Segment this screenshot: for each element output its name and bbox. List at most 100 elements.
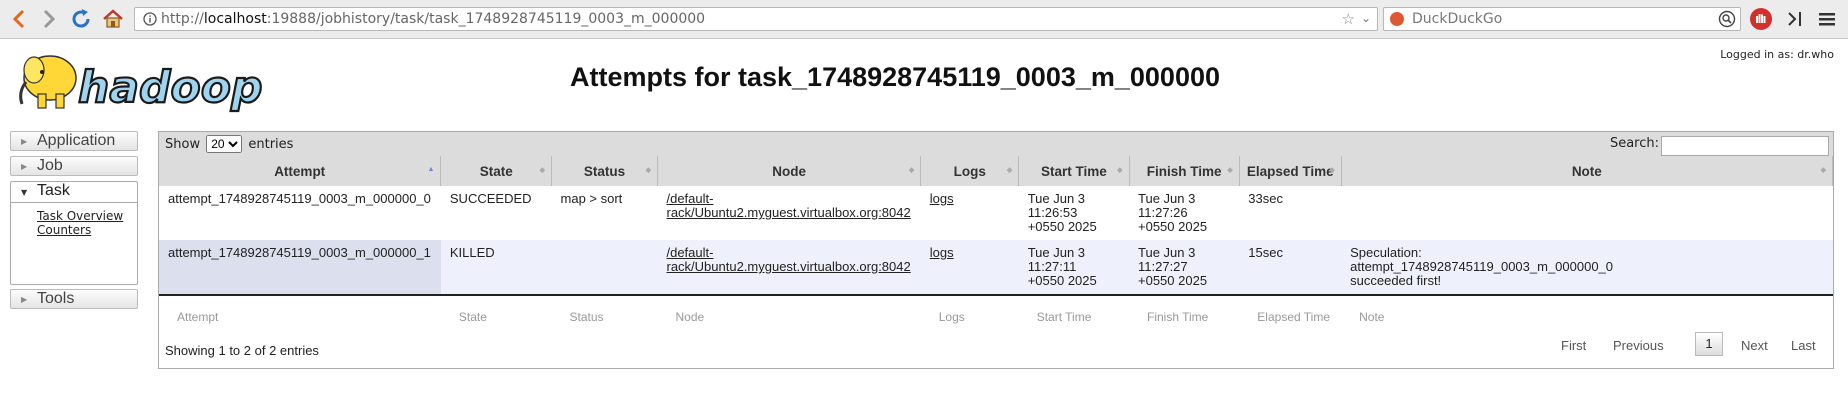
table-search-input[interactable] <box>1661 136 1829 156</box>
cell-status <box>551 240 658 295</box>
nav-tools-label: Tools <box>37 290 75 307</box>
cell-state: KILLED <box>440 240 552 295</box>
chevron-right-icon: ▶ <box>21 295 28 304</box>
hadoop-logo-icon[interactable]: hadoop <box>12 48 284 116</box>
url-text: http://localhost:19888/jobhistory/task/t… <box>161 11 706 27</box>
cell-note: Speculation: attempt_1748928745119_0003_m… <box>1341 240 1833 295</box>
pagination: First Previous 1 Next Last <box>1561 332 1821 358</box>
sort-icon: ◆ <box>1117 167 1123 174</box>
nav-counters-link[interactable]: Counters <box>37 223 91 237</box>
entries-label: entries <box>248 137 294 152</box>
footer-elapsed-time: Elapsed Time <box>1239 294 1342 338</box>
cell-attempt: attempt_1748928745119_0003_m_000000_1 <box>159 240 441 295</box>
logs-link[interactable]: logs <box>930 191 954 206</box>
adblock-icon[interactable] <box>1748 6 1774 32</box>
cell-finish-time: Tue Jun 3 11:27:26 +0550 2025 <box>1129 186 1240 240</box>
cell-attempt: attempt_1748928745119_0003_m_000000_0 <box>159 186 441 240</box>
search-engine-placeholder: DuckDuckGo <box>1412 11 1503 27</box>
page-size-select[interactable]: 20 <box>206 135 243 153</box>
footer-start-time: Start Time <box>1018 294 1129 338</box>
footer-attempt: Attempt <box>159 294 441 338</box>
col-note-header[interactable]: Note ◆ <box>1341 156 1834 186</box>
footer-finish-time: Finish Time <box>1129 294 1240 338</box>
page-title: Attempts for task_1748928745119_0003_m_0… <box>570 62 1220 92</box>
nav-task: ▼ Task Task Overview Counters <box>10 181 138 285</box>
svg-text:hadoop: hadoop <box>78 62 262 113</box>
node-link[interactable]: /default-rack/Ubuntu2.myguest.virtualbox… <box>666 245 910 274</box>
nav-task-overview-link[interactable]: Task Overview <box>37 209 123 223</box>
footer-logs: Logs <box>920 294 1019 338</box>
url-bar[interactable]: http://localhost:19888/jobhistory/task/t… <box>134 7 1378 31</box>
col-finish-time-header[interactable]: Finish Time ◆ <box>1129 156 1240 186</box>
hamburger-menu-icon[interactable] <box>1814 6 1840 32</box>
cell-start-time: Tue Jun 3 11:27:11 +0550 2025 <box>1018 240 1129 295</box>
nav-application-label: Application <box>37 132 116 149</box>
logged-in-label: Logged in as: dr.who <box>1720 48 1834 61</box>
sort-icon: ◆ <box>1820 167 1826 174</box>
col-elapsed-time-header[interactable]: Elapsed Time ◆ <box>1239 156 1342 186</box>
site-info-icon[interactable] <box>143 12 157 26</box>
table-row: attempt_1748928745119_0003_m_000000_0 SU… <box>159 186 1833 240</box>
col-logs-header[interactable]: Logs ◆ <box>920 156 1020 186</box>
cell-node: /default-rack/Ubuntu2.myguest.virtualbox… <box>657 186 921 240</box>
cell-status: map > sort <box>551 186 658 240</box>
cell-elapsed-time: 15sec <box>1239 240 1342 295</box>
pager-previous[interactable]: Previous <box>1613 338 1664 353</box>
nav-tools[interactable]: ▶ Tools <box>10 289 138 309</box>
col-start-time-header[interactable]: Start Time ◆ <box>1018 156 1130 186</box>
sort-icon: ◆ <box>539 167 546 174</box>
col-status-header[interactable]: Status ◆ <box>551 156 658 186</box>
sort-icon: ◆ <box>645 167 651 174</box>
node-link[interactable]: /default-rack/Ubuntu2.myguest.virtualbox… <box>666 191 910 220</box>
table-controls: Show 20 entries Search: <box>159 132 1833 156</box>
sidebar-toggle-icon[interactable] <box>1782 6 1808 32</box>
nav-job-label: Job <box>37 157 63 174</box>
pager-last[interactable]: Last <box>1791 338 1816 353</box>
col-state-header[interactable]: State ◆ <box>440 156 553 186</box>
logs-link[interactable]: logs <box>930 245 954 260</box>
chevron-down-icon: ▼ <box>21 188 28 197</box>
footer-state: State <box>440 294 552 338</box>
footer-status: Status <box>551 294 658 338</box>
home-icon[interactable] <box>100 6 126 32</box>
forward-icon[interactable] <box>36 6 62 32</box>
page-size-control: Show 20 entries <box>165 135 293 153</box>
duckduckgo-icon <box>1390 12 1404 26</box>
sort-icon: ◆ <box>1227 167 1233 174</box>
nav-application[interactable]: ▶ Application <box>10 131 138 151</box>
table-row: attempt_1748928745119_0003_m_000000_1 KI… <box>159 240 1833 295</box>
page-title-wrapper: Attempts for task_1748928745119_0003_m_0… <box>570 62 1220 93</box>
cell-note <box>1341 186 1833 240</box>
chevron-right-icon: ▶ <box>21 162 28 171</box>
attempts-table: Attempt ▲ State ◆ Status ◆ Node ◆ Logs ◆ Star… <box>159 156 1834 338</box>
cell-logs: logs <box>920 186 1019 240</box>
cell-elapsed-time: 33sec <box>1239 186 1342 240</box>
pager-first[interactable]: First <box>1561 338 1586 353</box>
cell-start-time: Tue Jun 3 11:26:53 +0550 2025 <box>1018 186 1129 240</box>
browser-toolbar: http://localhost:19888/jobhistory/task/t… <box>0 0 1848 39</box>
sort-icon: ◆ <box>1006 167 1013 174</box>
sort-icon: ◆ <box>1329 167 1335 174</box>
cell-finish-time: Tue Jun 3 11:27:27 +0550 2025 <box>1129 240 1240 295</box>
chevron-right-icon: ▶ <box>21 137 28 146</box>
nav-job[interactable]: ▶ Job <box>10 156 138 176</box>
cell-node: /default-rack/Ubuntu2.myguest.virtualbox… <box>657 240 921 295</box>
reload-icon[interactable] <box>68 6 94 32</box>
search-go-icon[interactable] <box>1718 10 1736 28</box>
nav-task-header[interactable]: ▼ Task <box>11 182 137 203</box>
search-bar[interactable]: DuckDuckGo <box>1383 7 1741 31</box>
sort-asc-icon: ▲ <box>427 166 435 173</box>
table-header-row: Attempt ▲ State ◆ Status ◆ Node ◆ Logs ◆ Star… <box>159 156 1834 186</box>
nav-task-label: Task <box>37 182 70 199</box>
attempts-table-panel: Show 20 entries Search: Attempt ▲ State ◆ … <box>158 131 1834 369</box>
col-attempt-header[interactable]: Attempt ▲ <box>159 156 442 186</box>
pager-next[interactable]: Next <box>1741 338 1768 353</box>
sort-icon: ◆ <box>908 167 915 174</box>
back-icon[interactable] <box>6 6 32 32</box>
pager-current-page[interactable]: 1 <box>1695 332 1723 356</box>
search-label: Search: <box>1609 136 1659 151</box>
show-label: Show <box>165 137 201 152</box>
chevron-down-icon[interactable]: ⌄ <box>1361 11 1371 25</box>
bookmark-star-icon[interactable]: ☆ <box>1342 10 1355 28</box>
col-node-header[interactable]: Node ◆ <box>657 156 922 186</box>
